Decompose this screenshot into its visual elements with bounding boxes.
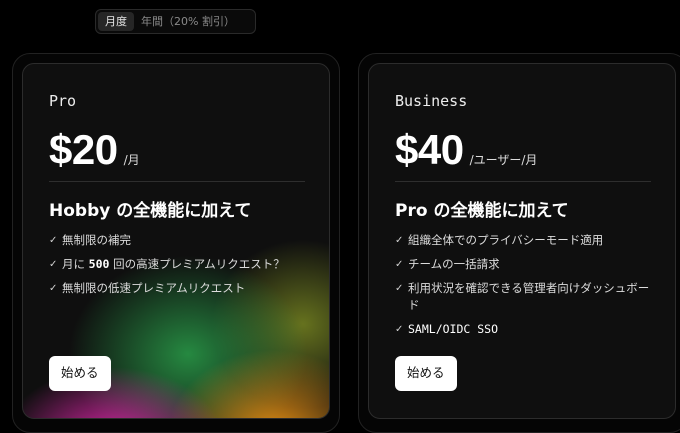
divider <box>395 181 651 182</box>
check-icon: ✓ <box>395 283 404 294</box>
feature-item: ✓ 無制限の補完 <box>49 232 299 249</box>
feature-text: 無制限の補完 <box>62 233 131 247</box>
price-row: $20 /月 <box>49 126 140 174</box>
divider <box>49 181 305 182</box>
feature-text: チームの一括請求 <box>408 257 500 271</box>
business-card: Business $40 /ユーザー/月 Pro の全機能に加えて ✓ 組織全体… <box>368 63 676 419</box>
plan-headline: Pro の全機能に加えて <box>395 201 569 221</box>
feature-item: ✓ 組織全体でのプライバシーモード適用 <box>395 232 657 249</box>
plan-price: $20 <box>49 126 118 173</box>
check-icon: ✓ <box>395 235 404 246</box>
get-started-button[interactable]: 始める <box>395 356 457 391</box>
price-period: /ユーザー/月 <box>469 153 538 167</box>
plan-headline: Hobby の全機能に加えて <box>49 201 252 221</box>
check-icon: ✓ <box>395 259 404 270</box>
plan-price: $40 <box>395 126 464 173</box>
price-row: $40 /ユーザー/月 <box>395 126 537 174</box>
feature-text: 利用状況を確認できる管理者向けダッシュボード <box>408 281 650 312</box>
toggle-monthly[interactable]: 月度 <box>98 12 134 31</box>
plan-name: Business <box>395 92 468 110</box>
billing-toggle: 月度 年間（20% 割引） <box>95 9 256 34</box>
feature-text: 組織全体でのプライバシーモード適用 <box>408 233 604 247</box>
toggle-yearly[interactable]: 年間（20% 割引） <box>134 12 242 31</box>
feature-item: ✓ 利用状況を確認できる管理者向けダッシュボード <box>395 280 657 314</box>
feature-text-prefix: 月に <box>62 257 89 271</box>
feature-highlight: 500 <box>88 257 110 271</box>
plan-name: Pro <box>49 92 77 110</box>
check-icon: ✓ <box>49 259 58 270</box>
feature-item: ✓ チームの一括請求 <box>395 256 657 273</box>
pro-card: Pro $20 /月 Hobby の全機能に加えて ✓ 無制限の補完 ✓ 月に … <box>22 63 330 419</box>
feature-item: ✓ 月に 500 回の高速プレミアムリクエスト？ <box>49 256 299 273</box>
check-icon: ✓ <box>49 235 58 246</box>
feature-item: ✓ SAML/OIDC SSO <box>395 321 657 338</box>
check-icon: ✓ <box>395 324 404 335</box>
feature-item: ✓ 無制限の低速プレミアムリクエスト <box>49 280 299 297</box>
feature-text: 無制限の低速プレミアムリクエスト <box>62 281 246 295</box>
feature-text: SAML/OIDC SSO <box>408 322 499 336</box>
get-started-button[interactable]: 始める <box>49 356 111 391</box>
feature-list: ✓ 無制限の補完 ✓ 月に 500 回の高速プレミアムリクエスト？ ✓ 無制限の… <box>49 232 299 304</box>
price-period: /月 <box>123 153 140 167</box>
check-icon: ✓ <box>49 283 58 294</box>
feature-list: ✓ 組織全体でのプライバシーモード適用 ✓ チームの一括請求 ✓ 利用状況を確認… <box>395 232 657 345</box>
feature-text-suffix: 回の高速プレミアムリクエスト？ <box>109 257 285 271</box>
